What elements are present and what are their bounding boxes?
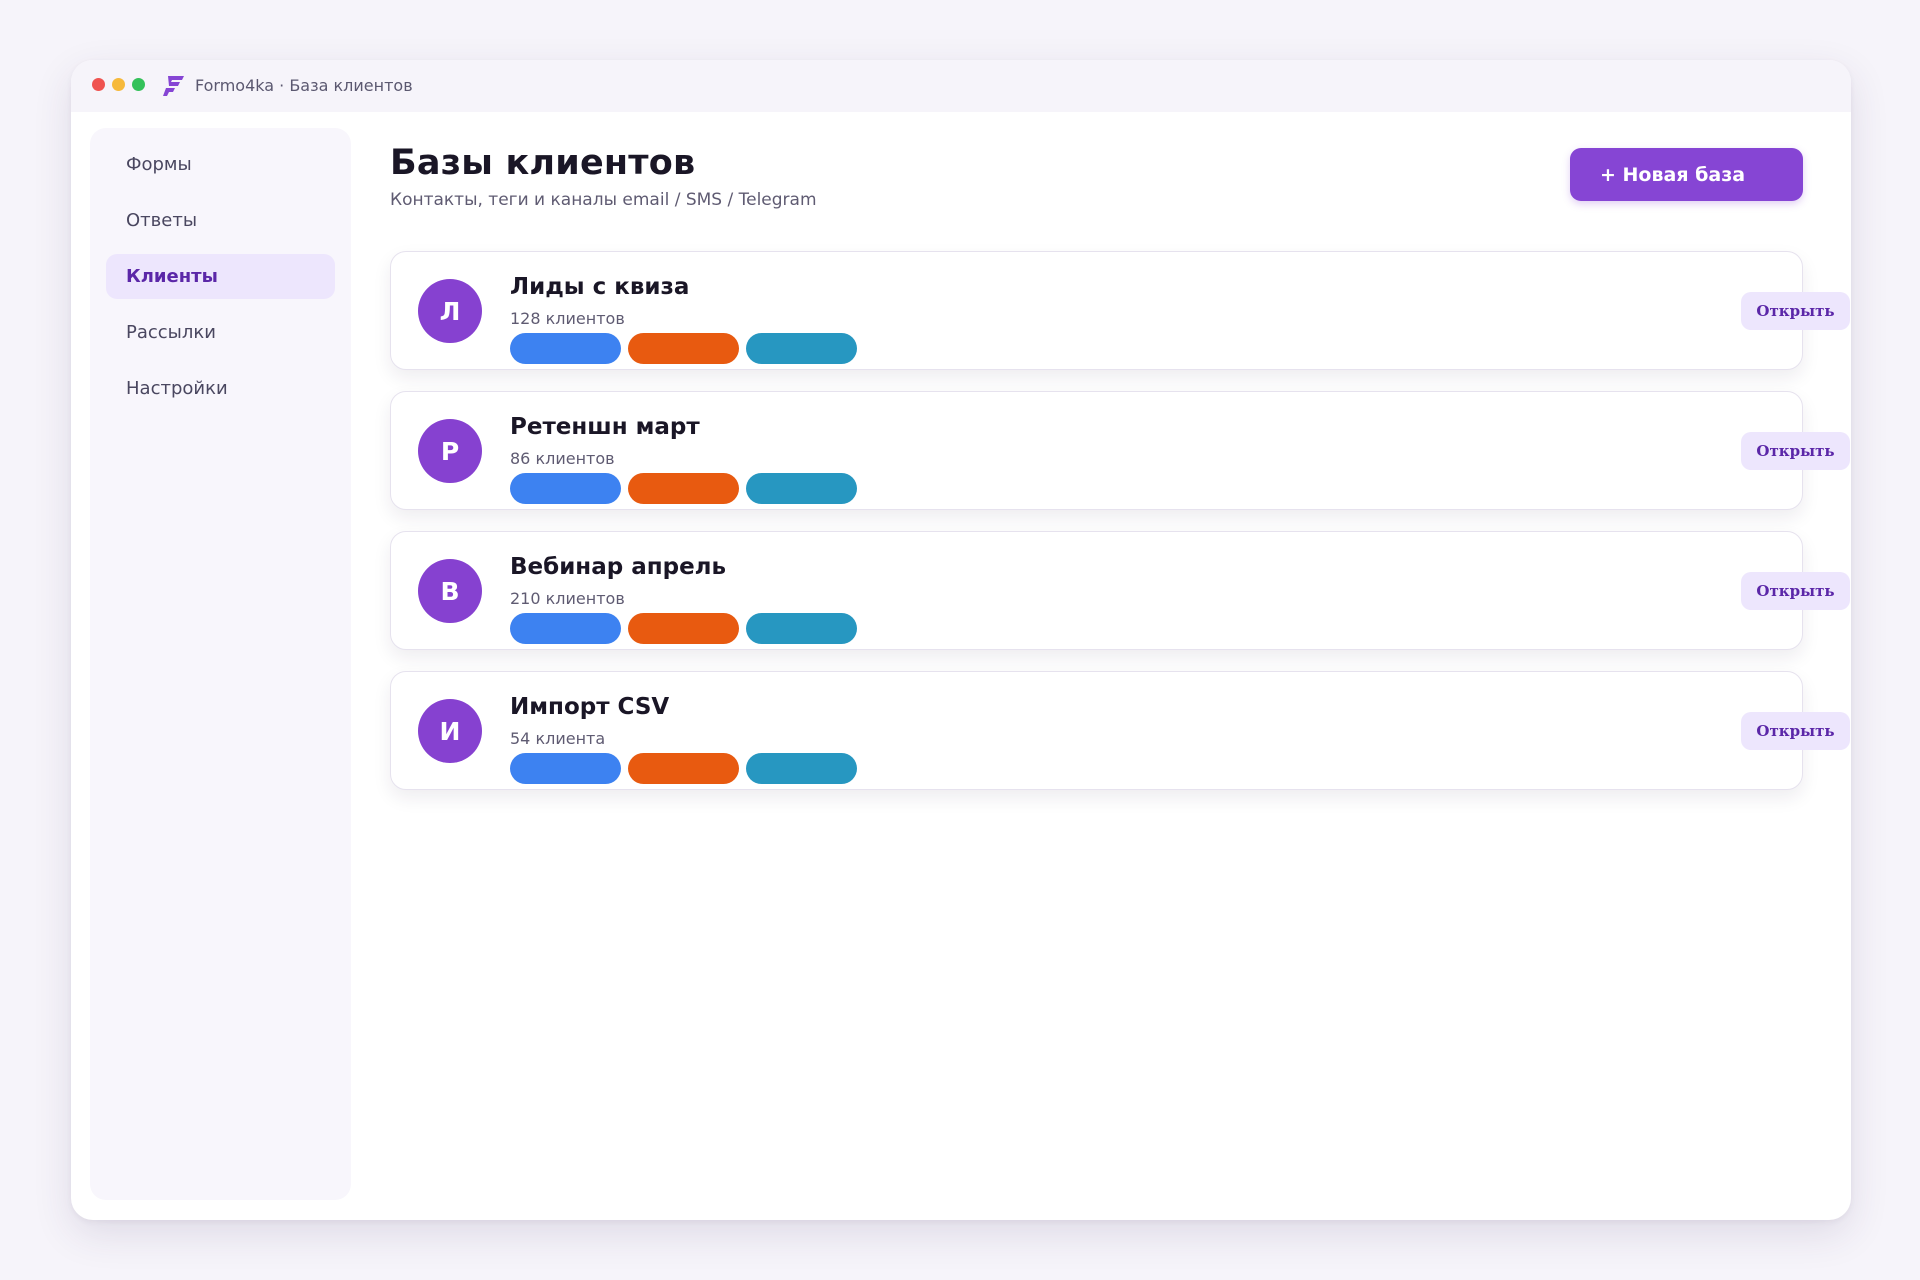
open-base-button[interactable]: Открыть [1741,712,1850,750]
sidebar: Формы Ответы Клиенты Рассылки Настройки [90,128,351,1200]
base-name: Ретеншн март [510,414,700,440]
client-base-card: И Импорт CSV 54 клиента Открыть [390,671,1850,790]
avatar: Л [418,279,482,343]
telegram-channel-tag [746,753,857,784]
formo4ka-logo-icon [163,76,184,96]
email-channel-tag [510,333,621,364]
base-client-count: 128 клиентов [510,309,625,328]
app-window: Formo4ka · База клиентов Формы Ответы Кл… [71,60,1851,1220]
sms-channel-tag [628,613,739,644]
sms-channel-tag [628,473,739,504]
sidebar-item-mailings[interactable]: Рассылки [106,310,335,355]
base-name: Лиды с квиза [510,274,690,300]
client-base-card: Р Ретеншн март 86 клиентов Открыть [390,391,1850,510]
avatar: В [418,559,482,623]
base-name: Импорт CSV [510,694,670,720]
telegram-channel-tag [746,613,857,644]
window-title: Formo4ka · База клиентов [195,76,413,95]
telegram-channel-tag [746,333,857,364]
maximize-window-button[interactable] [132,78,145,91]
base-client-count: 86 клиентов [510,449,615,468]
sms-channel-tag [628,333,739,364]
page-subtitle: Контакты, теги и каналы email / SMS / Te… [390,190,817,210]
avatar: Р [418,419,482,483]
new-base-button[interactable]: + Новая база [1570,148,1803,201]
sidebar-item-clients[interactable]: Клиенты [106,254,335,299]
close-window-button[interactable] [92,78,105,91]
email-channel-tag [510,753,621,784]
open-base-button[interactable]: Открыть [1741,432,1850,470]
sms-channel-tag [628,753,739,784]
base-client-count: 210 клиентов [510,589,625,608]
client-base-card: Л Лиды с квиза 128 клиентов Открыть [390,251,1850,370]
title-bar: Formo4ka · База клиентов [71,60,1851,112]
minimize-window-button[interactable] [112,78,125,91]
open-base-button[interactable]: Открыть [1741,572,1850,610]
email-channel-tag [510,473,621,504]
sidebar-item-forms[interactable]: Формы [106,142,335,187]
avatar: И [418,699,482,763]
base-client-count: 54 клиента [510,729,606,748]
sidebar-item-responses[interactable]: Ответы [106,198,335,243]
base-name: Вебинар апрель [510,554,727,580]
client-base-card: В Вебинар апрель 210 клиентов Открыть [390,531,1850,650]
page-title: Базы клиентов [390,143,696,183]
sidebar-item-settings[interactable]: Настройки [106,366,335,411]
telegram-channel-tag [746,473,857,504]
open-base-button[interactable]: Открыть [1741,292,1850,330]
email-channel-tag [510,613,621,644]
